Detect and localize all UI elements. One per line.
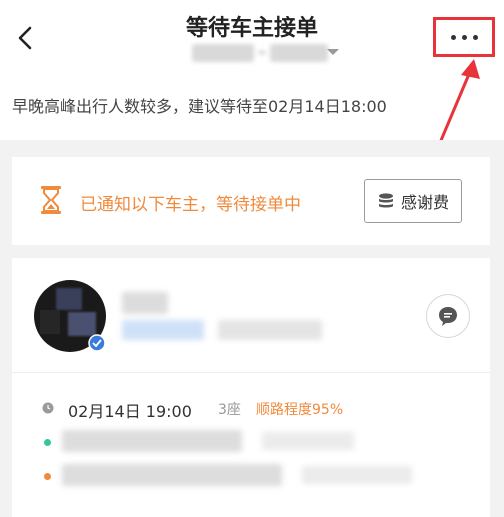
- end-address-blurred: [62, 464, 282, 486]
- page-title: 等待车主接单: [185, 16, 318, 41]
- route-match-rate: 顺路程度95%: [256, 402, 344, 418]
- chat-button[interactable]: [426, 294, 470, 338]
- more-dot: [472, 34, 478, 40]
- coins-icon: [378, 193, 393, 208]
- route-info-blurred[interactable]: [192, 44, 328, 62]
- caret-down-icon[interactable]: [326, 47, 340, 57]
- status-card: 已通知以下车主，等待接单中 感谢费: [12, 157, 490, 245]
- trip-seats: 3座: [218, 402, 241, 418]
- clock-icon: [42, 402, 54, 414]
- status-text: 已通知以下车主，等待接单中: [80, 195, 301, 215]
- divider: [12, 372, 490, 373]
- driver-card[interactable]: 02月14日 19:00 3座 顺路程度95%: [12, 258, 490, 517]
- start-address-blurred: [62, 430, 242, 452]
- driver-car-blurred: [218, 320, 322, 340]
- start-address-detail-blurred: [262, 432, 354, 450]
- thanks-fee-label: 感谢费: [400, 193, 449, 212]
- nav-header: 等待车主接单: [0, 0, 504, 72]
- verified-badge-icon: [88, 334, 106, 352]
- peak-hour-hint: 早晚高峰出行人数较多，建议等待至02月14日18:00: [12, 97, 387, 116]
- hourglass-icon: [41, 186, 61, 214]
- start-point-icon: [44, 439, 51, 446]
- driver-tag-blurred: [122, 320, 204, 340]
- thanks-fee-button[interactable]: 感谢费: [364, 179, 462, 223]
- driver-name-blurred: [122, 292, 168, 314]
- end-address-detail-blurred: [302, 466, 412, 484]
- chat-bubble-icon: [439, 307, 457, 326]
- more-button[interactable]: [433, 17, 495, 57]
- more-dot: [461, 34, 467, 40]
- trip-time: 02月14日 19:00: [68, 402, 192, 421]
- end-point-icon: [44, 473, 51, 480]
- more-horizontal-icon: [450, 34, 456, 40]
